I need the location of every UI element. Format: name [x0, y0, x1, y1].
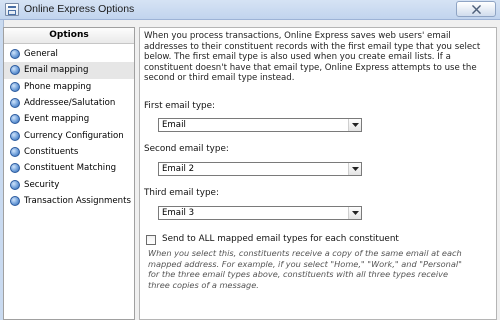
dropdown-arrow[interactable]	[348, 163, 361, 175]
second-email-type-label: Second email type:	[144, 144, 229, 154]
sidebar-item-constituent-matching[interactable]: Constituent Matching	[4, 160, 134, 176]
sidebar-item-label: Phone mapping	[24, 81, 92, 92]
bullet-icon	[10, 163, 20, 174]
send-all-checkbox[interactable]	[146, 235, 156, 245]
close-button[interactable]	[456, 1, 496, 17]
bullet-icon	[10, 179, 20, 190]
sidebar-item-label: Constituent Matching	[24, 163, 117, 174]
sidebar-item-general[interactable]: General	[4, 46, 134, 62]
send-all-note: When you select this, constituents recei…	[148, 248, 462, 290]
second-email-type-select[interactable]: Email 2	[158, 162, 362, 176]
first-email-type-value: Email	[162, 120, 186, 130]
sidebar-item-addressee-salutation[interactable]: Addressee/Salutation	[4, 95, 134, 111]
chevron-down-icon	[351, 211, 359, 215]
sidebar-item-label: Event mapping	[24, 114, 90, 125]
first-email-type-select[interactable]: Email	[158, 118, 362, 132]
third-email-type-label: Third email type:	[144, 188, 219, 198]
sidebar-list: General Email mapping Phone mapping Addr…	[4, 44, 134, 209]
first-email-type-label: First email type:	[144, 101, 215, 111]
dropdown-arrow[interactable]	[348, 207, 361, 219]
bullet-icon	[10, 146, 20, 157]
email-mapping-panel: When you process transactions, Online Ex…	[139, 27, 497, 320]
third-email-type-value: Email 3	[162, 208, 195, 218]
sidebar-item-event-mapping[interactable]: Event mapping	[4, 111, 134, 127]
sidebar-item-label: Security	[24, 179, 60, 190]
bullet-icon	[10, 98, 20, 109]
bullet-icon	[10, 195, 20, 206]
send-all-label[interactable]: Send to ALL mapped email types for each …	[162, 234, 399, 244]
intro-text: When you process transactions, Online Ex…	[144, 31, 481, 84]
window-title: Online Express Options	[24, 3, 135, 15]
bullet-icon	[10, 65, 20, 76]
sidebar-item-label: Email mapping	[24, 65, 89, 76]
sidebar-item-currency-configuration[interactable]: Currency Configuration	[4, 127, 134, 143]
sidebar-item-constituents[interactable]: Constituents	[4, 144, 134, 160]
second-email-type-value: Email 2	[162, 164, 195, 174]
sidebar-item-label: Transaction Assignments	[24, 195, 131, 206]
sidebar-item-label: General	[24, 49, 58, 60]
bullet-icon	[10, 114, 20, 125]
sidebar-item-label: Addressee/Salutation	[24, 98, 116, 109]
bullet-icon	[10, 49, 20, 60]
dropdown-arrow[interactable]	[348, 119, 361, 131]
third-email-type-select[interactable]: Email 3	[158, 206, 362, 220]
sidebar-item-transaction-assignments[interactable]: Transaction Assignments	[4, 193, 134, 209]
sidebar-item-label: Constituents	[24, 146, 79, 157]
sidebar-header: Options	[4, 28, 134, 44]
close-icon	[471, 4, 481, 14]
bullet-icon	[10, 130, 20, 141]
sidebar-item-security[interactable]: Security	[4, 176, 134, 192]
title-bar: Online Express Options	[0, 0, 500, 20]
options-sidebar: Options General Email mapping Phone mapp…	[3, 27, 135, 320]
chevron-down-icon	[351, 167, 359, 171]
chevron-down-icon	[351, 123, 359, 127]
sidebar-item-label: Currency Configuration	[24, 130, 124, 141]
bullet-icon	[10, 81, 20, 92]
sidebar-item-phone-mapping[interactable]: Phone mapping	[4, 79, 134, 95]
sidebar-item-email-mapping[interactable]: Email mapping	[4, 62, 134, 79]
app-window-icon	[5, 3, 19, 16]
